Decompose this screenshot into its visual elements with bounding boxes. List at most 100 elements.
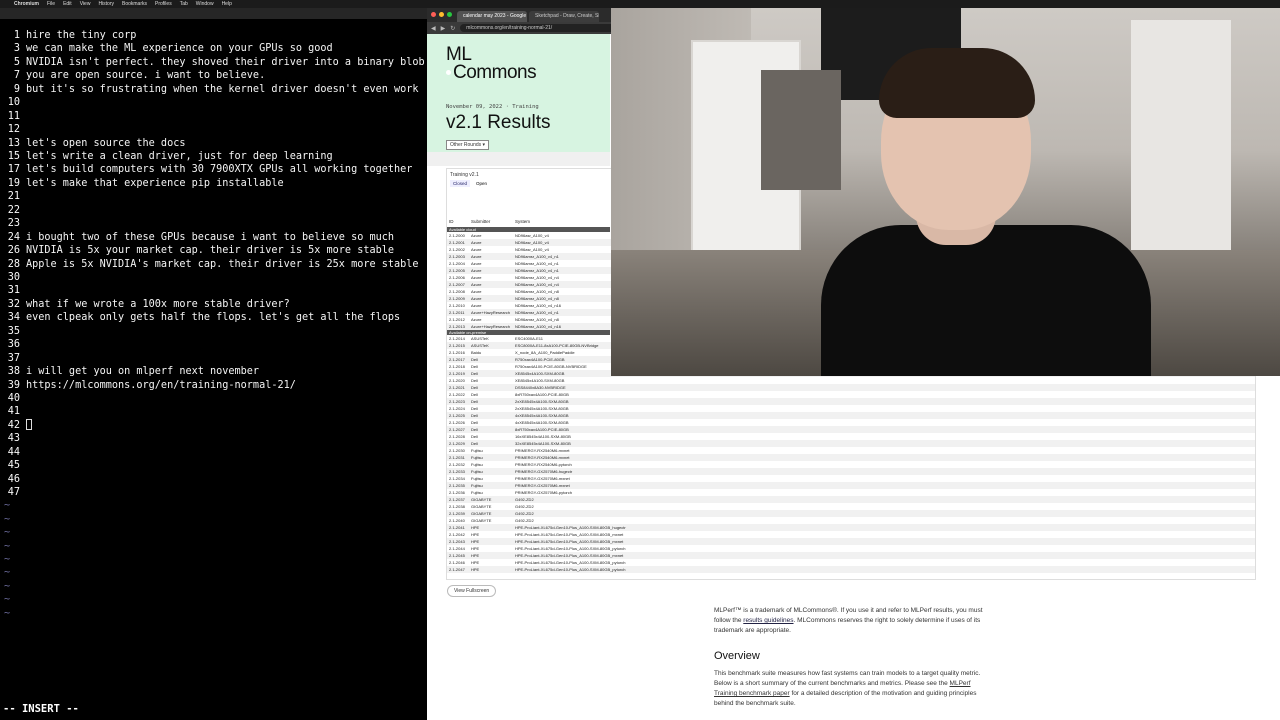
tab-open[interactable]: Open: [473, 180, 490, 187]
vim-line[interactable]: 1 hire the tiny corp: [0, 29, 137, 42]
cell-id: 2.1-2013: [449, 324, 465, 329]
vim-line[interactable]: 9 but it's so frustrating when the kernel…: [0, 83, 419, 96]
table-row[interactable]: 2.1-2032 Fujitsu PRIMERGY-RX2540M6-pytorch: [447, 461, 1255, 468]
menu-history[interactable]: History: [98, 0, 114, 8]
address-bar[interactable]: mlcommons.org/en/training-normal-21/: [460, 24, 621, 32]
cell-system: 32xXE8545x4A100-SXM-80GB: [515, 441, 571, 446]
table-row[interactable]: 2.1-2035 Fujitsu PRIMERGY-GX2570M6-mxnet: [447, 482, 1255, 489]
table-row[interactable]: 2.1-2031 Fujitsu PRIMERGY-RX2540M6-mxnet: [447, 454, 1255, 461]
vim-line[interactable]: 24 i bought two of these GPUs because i w…: [0, 231, 394, 244]
vim-line[interactable]: 34 even clpeak only gets half the flops. …: [0, 311, 400, 324]
table-row[interactable]: 2.1-2034 Fujitsu PRIMERGY-GX2570M6-mxnet: [447, 475, 1255, 482]
menu-tab[interactable]: Tab: [180, 0, 188, 8]
menu-bookmarks[interactable]: Bookmarks: [122, 0, 147, 8]
vim-line[interactable]: 17 let's build computers with 30 7900XTX …: [0, 163, 413, 176]
vim-line[interactable]: 37: [0, 352, 26, 365]
table-row[interactable]: 2.1-2030 Fujitsu PRIMERGY-RX2540M6-mxnet: [447, 447, 1255, 454]
menu-file[interactable]: File: [47, 0, 55, 8]
forward-icon[interactable]: ▶: [441, 25, 446, 32]
cell-system: ND96amsr_A100_v4_n8: [515, 296, 559, 301]
vim-line[interactable]: 47: [0, 486, 26, 499]
table-row[interactable]: 2.1-2025 Dell 4xXE8545x4A100-SXM-80GB: [447, 412, 1255, 419]
column-header-submitter[interactable]: Submitter: [471, 219, 490, 224]
back-icon[interactable]: ◀: [431, 25, 436, 32]
table-row[interactable]: 2.1-2020 Dell XE8545x4A100-SXM-80GB: [447, 377, 1255, 384]
table-row[interactable]: 2.1-2037 GIGABYTE G492-ZD2: [447, 496, 1255, 503]
table-row[interactable]: 2.1-2041 HPE HPE-ProLiant-XL675d-Gen10-Plu…: [447, 524, 1255, 531]
cell-system: XE8545x4A100-SXM-80GB: [515, 371, 565, 376]
vim-line[interactable]: 7 you are open source. i want to believe.: [0, 69, 265, 82]
table-row[interactable]: 2.1-2022 Dell 8xR750xax4A100-PCIE-80GB: [447, 391, 1255, 398]
vim-line[interactable]: 39 https://mlcommons.org/en/training-norm…: [0, 379, 296, 392]
results-guidelines-link[interactable]: results guidelines: [743, 617, 793, 624]
vim-line[interactable]: 30: [0, 271, 26, 284]
menu-edit[interactable]: Edit: [63, 0, 72, 8]
column-header-id[interactable]: ID: [449, 219, 454, 224]
menu-view[interactable]: View: [80, 0, 91, 8]
vim-line[interactable]: 41: [0, 405, 26, 418]
table-row[interactable]: 2.1-2029 Dell 32xXE8545x4A100-SXM-80GB: [447, 440, 1255, 447]
table-row[interactable]: 2.1-2027 Dell 8xR750xax4A100-PCIE-80GB: [447, 426, 1255, 433]
vim-line[interactable]: 46: [0, 473, 26, 486]
vim-line[interactable]: 31: [0, 284, 26, 297]
vim-line[interactable]: 43: [0, 432, 26, 445]
table-row[interactable]: 2.1-2024 Dell 2xXE8545x4A100-SXM-80GB: [447, 405, 1255, 412]
menu-help[interactable]: Help: [222, 0, 232, 8]
view-fullscreen-button[interactable]: View Fullscreen: [447, 585, 497, 597]
table-row[interactable]: 2.1-2021 Dell DSS8440x8A30-NVBRIDGE: [447, 384, 1255, 391]
other-rounds-dropdown[interactable]: Other Rounds ▾: [446, 140, 490, 150]
table-row[interactable]: 2.1-2023 Dell 2xXE8545x4A100-SXM-80GB: [447, 398, 1255, 405]
table-row[interactable]: 2.1-2038 GIGABYTE G492-ZD2: [447, 503, 1255, 510]
menubar-app-name[interactable]: Chromium: [14, 0, 39, 8]
minimize-window-button[interactable]: [439, 12, 444, 17]
reload-icon[interactable]: ↻: [450, 25, 455, 32]
vim-line[interactable]: 10: [0, 96, 26, 109]
cell-id: 2.1-2041: [449, 525, 465, 530]
vim-line[interactable]: 36: [0, 338, 26, 351]
vim-line[interactable]: 15 let's write a clean driver, just for d…: [0, 150, 333, 163]
table-row[interactable]: 2.1-2045 HPE HPE-ProLiant-XL675d-Gen10-Plu…: [447, 552, 1255, 559]
table-row[interactable]: 2.1-2028 Dell 16xXE8545x4A100-SXM-80GB: [447, 433, 1255, 440]
table-row[interactable]: 2.1-2044 HPE HPE-ProLiant-XL675d-Gen10-Plu…: [447, 545, 1255, 552]
table-row[interactable]: 2.1-2039 GIGABYTE G492-ZD2: [447, 510, 1255, 517]
terminal-window[interactable]: 1 hire the tiny corp 3 we can make the ML e…: [0, 8, 427, 720]
vim-line[interactable]: 38 i will get you on mlperf next november: [0, 365, 259, 378]
vim-line[interactable]: 35: [0, 325, 26, 338]
tab-calendar[interactable]: calendar may 2023 - Google: [457, 11, 527, 22]
vim-line[interactable]: 3 we can make the ML experience on your G…: [0, 42, 333, 55]
vim-line[interactable]: 28 Apple is 5x NVIDIA's market cap. their…: [0, 258, 419, 271]
table-row[interactable]: 2.1-2042 HPE HPE-ProLiant-XL675d-Gen10-Plu…: [447, 531, 1255, 538]
vim-line[interactable]: 11: [0, 110, 26, 123]
table-row[interactable]: 2.1-2033 Fujitsu PRIMERGY-GX2570M6-hugectr: [447, 468, 1255, 475]
column-header-system[interactable]: System: [515, 219, 530, 224]
tab-sketchpad[interactable]: Sketchpad - Draw, Create, Sh: [529, 11, 599, 22]
table-row[interactable]: 2.1-2036 Fujitsu PRIMERGY-GX2570M6-pytorch: [447, 489, 1255, 496]
vim-line[interactable]: 44: [0, 446, 26, 459]
cell-id: 2.1-2040: [449, 518, 465, 523]
table-row[interactable]: 2.1-2047 HPE HPE-ProLiant-XL675d-Gen10-Plu…: [447, 566, 1255, 573]
tab-closed[interactable]: Closed: [450, 180, 471, 187]
vim-line[interactable]: 22: [0, 204, 26, 217]
vim-line[interactable]: 5 NVIDIA isn't perfect. they shoved their…: [0, 56, 425, 69]
table-row[interactable]: 2.1-2040 GIGABYTE G492-ZD2: [447, 517, 1255, 524]
vim-line[interactable]: 42: [0, 419, 32, 432]
cell-id: 2.1-2033: [449, 469, 465, 474]
vim-line[interactable]: 13 let's open source the docs: [0, 137, 186, 150]
vim-line[interactable]: 26 NVIDIA is 5x your market cap. their dr…: [0, 244, 394, 257]
cell-system: HPE-ProLiant-XL675d-Gen10-Plus_A100-SXM-…: [515, 532, 624, 537]
close-window-button[interactable]: [431, 12, 436, 17]
vim-line[interactable]: 23: [0, 217, 26, 230]
menu-window[interactable]: Window: [196, 0, 214, 8]
vim-line[interactable]: 32 what if we wrote a 100x more stable dr…: [0, 298, 290, 311]
vim-line[interactable]: 21: [0, 190, 26, 203]
vim-line[interactable]: 45: [0, 459, 26, 472]
zoom-window-button[interactable]: [447, 12, 452, 17]
vim-line[interactable]: 19 let's make that experience pip install…: [0, 177, 284, 190]
table-row[interactable]: 2.1-2043 HPE HPE-ProLiant-XL675d-Gen10-Plu…: [447, 538, 1255, 545]
table-row[interactable]: 2.1-2046 HPE HPE-ProLiant-XL675d-Gen10-Plu…: [447, 559, 1255, 566]
vim-line[interactable]: 12: [0, 123, 26, 136]
table-row[interactable]: 2.1-2026 Dell 4xXE8545x4A100-SXM-80GB: [447, 419, 1255, 426]
menu-profiles[interactable]: Profiles: [155, 0, 172, 8]
vim-line[interactable]: 40: [0, 392, 26, 405]
mlcommons-logo[interactable]: ML Commons: [446, 45, 537, 82]
